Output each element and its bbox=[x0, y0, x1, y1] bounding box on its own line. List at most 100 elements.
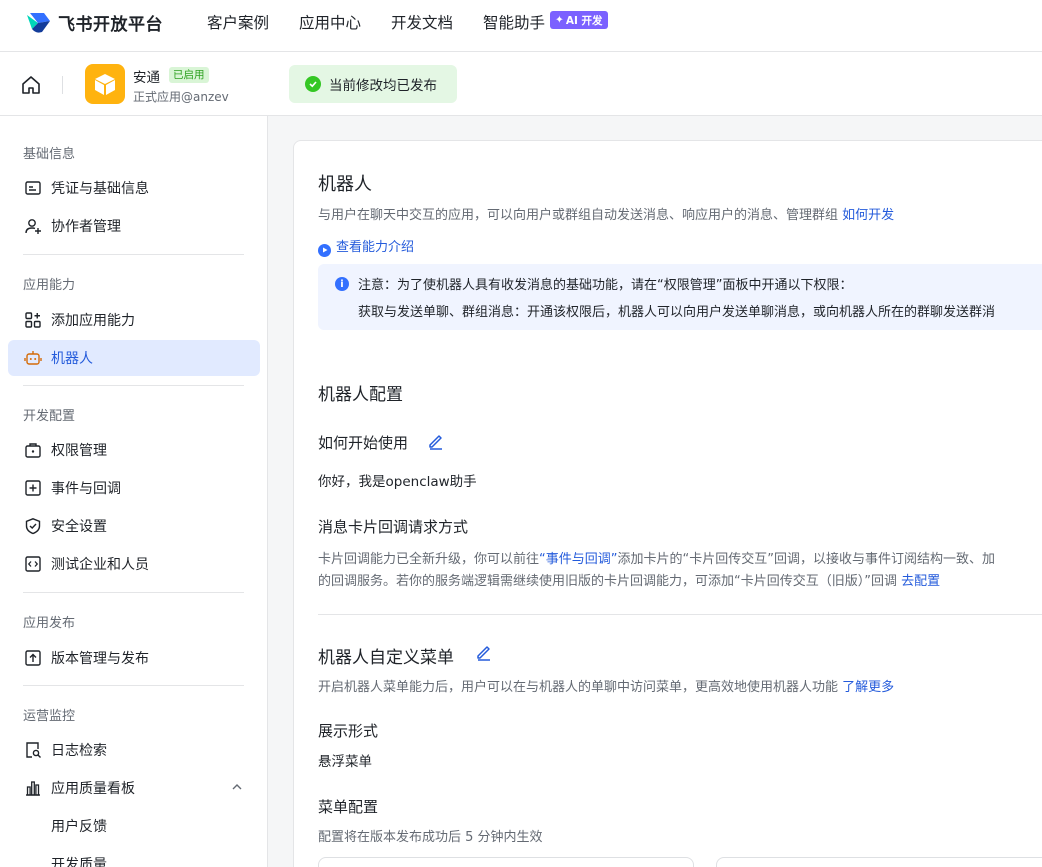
view-intro-link[interactable]: 查看能力介绍 bbox=[318, 236, 414, 257]
chevron-up-icon[interactable] bbox=[230, 780, 244, 794]
sidebar-divider bbox=[23, 385, 244, 386]
sidebar-item-label: 版本管理与发布 bbox=[51, 651, 149, 667]
shield-check-icon bbox=[23, 516, 43, 536]
info-icon: i bbox=[335, 277, 349, 291]
bot-config-title: 机器人配置 bbox=[318, 385, 403, 405]
sidebar-divider bbox=[23, 592, 244, 593]
sidebar-group-dev: 开发配置 bbox=[23, 409, 76, 424]
sidebar-item-test-enterprise[interactable]: 测试企业和人员 bbox=[8, 546, 260, 582]
sidebar-item-add-capability[interactable]: 添加应用能力 bbox=[8, 302, 260, 338]
sidebar-item-events[interactable]: 事件与回调 bbox=[8, 470, 260, 506]
app-header: 安通 已启用 正式应用@anzev 当前修改均已发布 bbox=[0, 52, 1042, 116]
edit-icon[interactable] bbox=[475, 643, 493, 661]
sidebar-item-permissions[interactable]: 权限管理 bbox=[8, 432, 260, 468]
sidebar-group-basic: 基础信息 bbox=[23, 147, 76, 162]
sidebar-item-collaborators[interactable]: 协作者管理 bbox=[8, 208, 260, 244]
feishu-logo-icon bbox=[27, 13, 50, 33]
sparkle-icon: ✦ bbox=[555, 14, 564, 26]
card-callback-desc-1a: 卡片回调能力已全新升级，你可以前往 bbox=[318, 552, 540, 567]
briefcase-lock-icon bbox=[23, 440, 43, 460]
sidebar-item-credentials[interactable]: 凭证与基础信息 bbox=[8, 170, 260, 206]
plus-square-icon bbox=[23, 478, 43, 498]
sidebar-item-label: 事件与回调 bbox=[51, 481, 121, 497]
sidebar-divider bbox=[23, 254, 244, 255]
edit-icon[interactable] bbox=[427, 432, 445, 450]
card-callback-title: 消息卡片回调请求方式 bbox=[318, 518, 469, 536]
learn-more-link[interactable]: 了解更多 bbox=[842, 680, 894, 695]
upload-box-icon bbox=[23, 648, 43, 668]
card-callback-desc-1: 卡片回调能力已全新升级，你可以前往“事件与回调”添加卡片的“卡片回传交互”回调，… bbox=[318, 548, 995, 567]
sidebar: 基础信息 凭证与基础信息 协作者管理 应用能力 添加应用能力 机器人 开发配置 … bbox=[0, 116, 268, 867]
view-intro-label: 查看能力介绍 bbox=[336, 240, 415, 255]
brand-name: 飞书开放平台 bbox=[58, 14, 163, 35]
sidebar-item-bot[interactable]: 机器人 bbox=[8, 340, 260, 376]
doc-search-icon bbox=[23, 740, 43, 760]
permission-notice: i 注意：为了使机器人具有收发消息的基础功能，请在“权限管理”面板中开通以下权限… bbox=[318, 264, 1042, 330]
how-to-start-label: 如何开始使用 bbox=[318, 434, 409, 452]
sidebar-item-label: 应用质量看板 bbox=[51, 781, 135, 797]
display-form-label: 展示形式 bbox=[318, 722, 379, 740]
custom-menu-title: 机器人自定义菜单 bbox=[318, 648, 454, 668]
menu-config-panel-left[interactable] bbox=[318, 857, 694, 867]
publish-notice-text: 当前修改均已发布 bbox=[329, 78, 437, 94]
sidebar-divider bbox=[23, 685, 244, 686]
page-description-text: 与用户在聊天中交互的应用，可以向用户或群组自动发送消息、响应用户的消息、管理群组 bbox=[318, 208, 839, 223]
play-circle-icon bbox=[318, 243, 331, 257]
publish-status-notice: 当前修改均已发布 bbox=[289, 65, 457, 103]
sidebar-item-logs[interactable]: 日志检索 bbox=[8, 732, 260, 768]
sidebar-item-user-feedback[interactable]: 用户反馈 bbox=[8, 808, 260, 844]
id-card-icon bbox=[23, 178, 43, 198]
events-link[interactable]: “事件与回调” bbox=[539, 552, 617, 567]
home-icon[interactable] bbox=[20, 74, 42, 96]
robot-icon bbox=[23, 348, 43, 368]
custom-menu-desc: 开启机器人菜单能力后，用户可以在与机器人的单聊中访问菜单，更高效地使用机器人功能… bbox=[318, 676, 894, 695]
display-form-value: 悬浮菜单 bbox=[318, 754, 372, 770]
box-icon bbox=[95, 74, 115, 95]
menu-config-desc: 配置将在版本发布成功后 5 分钟内生效 bbox=[318, 830, 543, 845]
nav-dev-docs[interactable]: 开发文档 bbox=[391, 11, 453, 33]
card-callback-desc-1b: 添加卡片的“卡片回传交互”回调，以接收与事件订阅结构一致、加 bbox=[617, 552, 995, 567]
sidebar-item-versions[interactable]: 版本管理与发布 bbox=[8, 640, 260, 676]
nav-app-center[interactable]: 应用中心 bbox=[299, 11, 361, 33]
sidebar-item-label: 开发质量 bbox=[51, 857, 107, 867]
app-name: 安通 bbox=[133, 70, 160, 86]
custom-menu-desc-text: 开启机器人菜单能力后，用户可以在与机器人的单聊中访问菜单，更高效地使用机器人功能 bbox=[318, 680, 839, 695]
sidebar-item-label: 协作者管理 bbox=[51, 219, 121, 235]
sidebar-item-label: 用户反馈 bbox=[51, 819, 107, 835]
card-callback-desc-2-text: 的回调服务。若你的服务端逻辑需继续使用旧版的卡片回调能力，可添加“卡片回传交互（… bbox=[318, 574, 897, 589]
sidebar-group-capability: 应用能力 bbox=[23, 278, 76, 293]
menu-config-panel-right[interactable] bbox=[716, 857, 1042, 867]
page-description: 与用户在聊天中交互的应用，可以向用户或群组自动发送消息、响应用户的消息、管理群组… bbox=[318, 204, 894, 223]
greeting-text: 你好，我是openclaw助手 bbox=[318, 474, 477, 490]
sidebar-group-release: 应用发布 bbox=[23, 616, 76, 631]
sidebar-item-security[interactable]: 安全设置 bbox=[8, 508, 260, 544]
page-title: 机器人 bbox=[318, 174, 372, 195]
sidebar-item-label: 日志检索 bbox=[51, 743, 107, 759]
sidebar-item-label: 测试企业和人员 bbox=[51, 557, 149, 573]
nav-customer-cases[interactable]: 客户案例 bbox=[207, 11, 269, 33]
ai-dev-badge[interactable]: ✦ AI 开发 bbox=[550, 11, 608, 29]
notice-line-1: 注意：为了使机器人具有收发消息的基础功能，请在“权限管理”面板中开通以下权限： bbox=[358, 278, 853, 293]
app-subtitle: 正式应用@anzev bbox=[133, 90, 229, 104]
sidebar-item-quality-board[interactable]: 应用质量看板 bbox=[8, 770, 260, 806]
section-divider bbox=[318, 614, 1042, 615]
bar-chart-icon bbox=[23, 778, 43, 798]
sidebar-item-label: 安全设置 bbox=[51, 519, 107, 535]
how-to-dev-link[interactable]: 如何开发 bbox=[842, 208, 894, 223]
bot-config-card: 机器人 与用户在聊天中交互的应用，可以向用户或群组自动发送消息、响应用户的消息、… bbox=[293, 140, 1042, 867]
sidebar-group-ops: 运营监控 bbox=[23, 709, 76, 724]
appbar-divider bbox=[62, 76, 63, 94]
add-user-icon bbox=[23, 216, 43, 236]
card-callback-desc-2: 的回调服务。若你的服务端逻辑需继续使用旧版的卡片回调能力，可添加“卡片回传交互（… bbox=[318, 570, 940, 589]
top-nav: 飞书开放平台 客户案例 应用中心 开发文档 智能助手 ✦ AI 开发 bbox=[0, 0, 1042, 52]
brand[interactable]: 飞书开放平台 bbox=[24, 9, 163, 35]
sidebar-item-label: 添加应用能力 bbox=[51, 313, 135, 329]
go-config-link[interactable]: 去配置 bbox=[901, 574, 940, 589]
sidebar-item-dev-quality[interactable]: 开发质量 bbox=[8, 846, 260, 867]
grid-add-icon bbox=[23, 310, 43, 330]
code-box-icon bbox=[23, 554, 43, 574]
sidebar-item-label: 权限管理 bbox=[51, 443, 107, 459]
sidebar-item-label: 机器人 bbox=[51, 351, 93, 367]
nav-assistant[interactable]: 智能助手 bbox=[483, 11, 545, 33]
notice-line-2: 获取与发送单聊、群组消息：开通该权限后，机器人可以向用户发送单聊消息，或向机器人… bbox=[358, 305, 996, 320]
